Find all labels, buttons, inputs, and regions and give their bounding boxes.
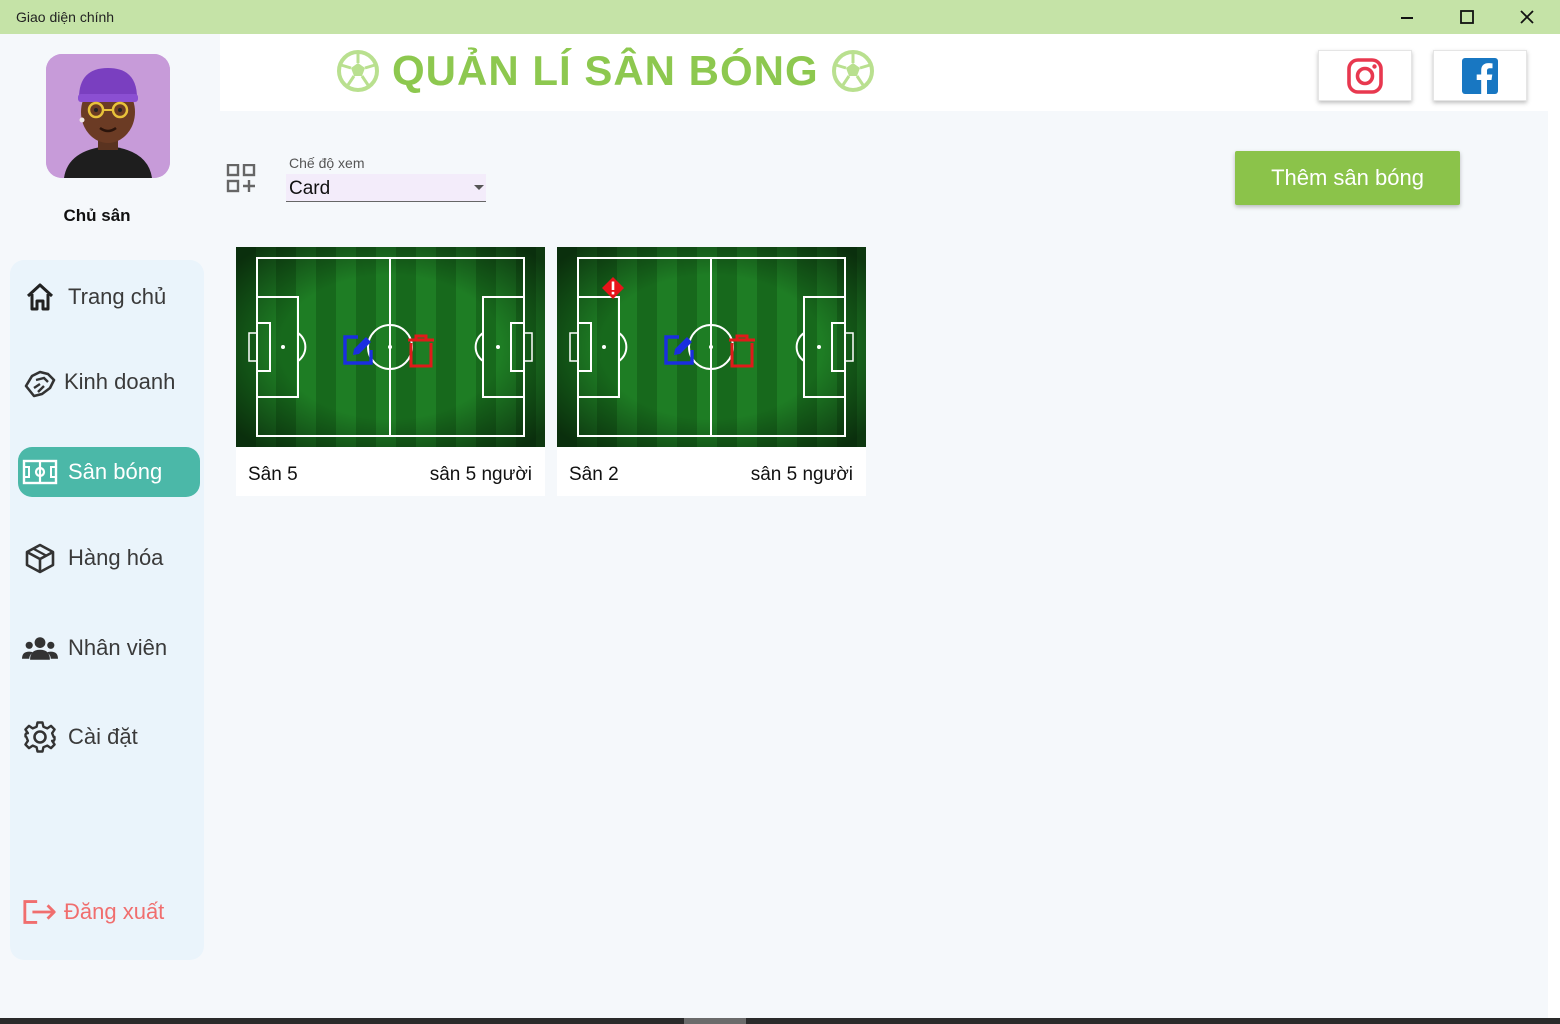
field-type: sân 5 người [429,464,532,485]
sidebar-item-label: Kinh doanh [64,369,176,394]
owner-label: Chủ sân [63,206,131,225]
sidebar-item-staff[interactable]: Nhân viên [18,623,200,673]
soccer-ball-icon [831,50,874,92]
scroll-thumb[interactable] [684,1018,746,1024]
facebook-icon [1462,57,1498,94]
sidebar-item-label: Hàng hóa [68,545,164,570]
view-mode-label: Chế độ xem [289,155,365,171]
sidebar-item-label: Nhân viên [68,635,168,660]
close-button[interactable] [1499,0,1555,34]
field-card[interactable]: Sân 2 sân 5 người [557,247,866,496]
sidebar-item-settings[interactable]: Cài đặt [18,712,200,762]
home-icon [22,279,58,315]
maximize-button[interactable] [1439,0,1495,34]
field-type: sân 5 người [750,464,853,485]
delete-icon[interactable] [406,333,436,369]
field-image[interactable] [236,247,545,447]
logout-button[interactable]: Đăng xuất [18,887,200,937]
gear-icon [22,719,58,755]
handshake-icon [22,364,58,400]
field-card[interactable]: Sân 5 sân 5 người [236,247,545,496]
sidebar-item-fields[interactable]: Sân bóng [18,447,200,497]
sidebar-item-label: Trang chủ [68,284,167,309]
grid-add-icon [226,163,258,194]
minimize-button[interactable] [1379,0,1435,34]
view-mode-value: Card [289,178,331,199]
sidebar-item-business[interactable]: Kinh doanh [18,357,200,407]
window-edge [1548,34,1560,1018]
instagram-icon [1347,57,1383,94]
logout-icon [22,894,58,930]
nav-panel: Trang chủ Kinh doanh Sân bóng Hàng hóa N… [10,260,204,960]
sidebar-item-goods[interactable]: Hàng hóa [18,533,200,583]
close-icon [1520,10,1534,24]
chevron-down-icon [474,185,484,190]
box-icon [22,540,58,576]
sidebar-item-home[interactable]: Trang chủ [18,272,200,322]
view-mode-select[interactable]: Chế độ xem Card [286,154,486,204]
sidebar-item-label: Cài đặt [68,724,138,749]
maximize-icon [1460,10,1474,24]
page-title: QUẢN LÍ SÂN BÓNG [392,47,819,94]
sidebar-item-label: Sân bóng [68,459,163,484]
instagram-button[interactable] [1318,50,1412,101]
app-title: QUẢN LÍ SÂN BÓNG [336,46,875,96]
header: QUẢN LÍ SÂN BÓNG [220,34,1548,111]
people-icon [22,630,58,666]
pitch-icon [22,454,58,490]
add-field-button[interactable]: Thêm sân bóng [1235,151,1460,205]
field-name: Sân 5 [248,464,298,485]
logout-label: Đăng xuất [64,899,165,924]
window-title: Giao diện chính [16,9,115,25]
edit-icon[interactable] [341,333,375,367]
delete-icon[interactable] [727,333,757,369]
edit-icon[interactable] [662,333,696,367]
minimize-icon [1401,17,1413,19]
title-bar: Giao diện chính [0,0,1560,34]
taskbar-strip [0,1018,1560,1024]
view-mode-dropdown[interactable]: Card [286,174,486,202]
field-name: Sân 2 [569,464,619,485]
warning-icon [602,277,624,299]
avatar-illustration [46,54,170,178]
sidebar: Chủ sân Trang chủ Kinh doanh Sân bóng Hà… [0,34,220,1018]
avatar[interactable] [46,54,170,178]
soccer-ball-icon [337,50,379,92]
facebook-button[interactable] [1433,50,1527,101]
